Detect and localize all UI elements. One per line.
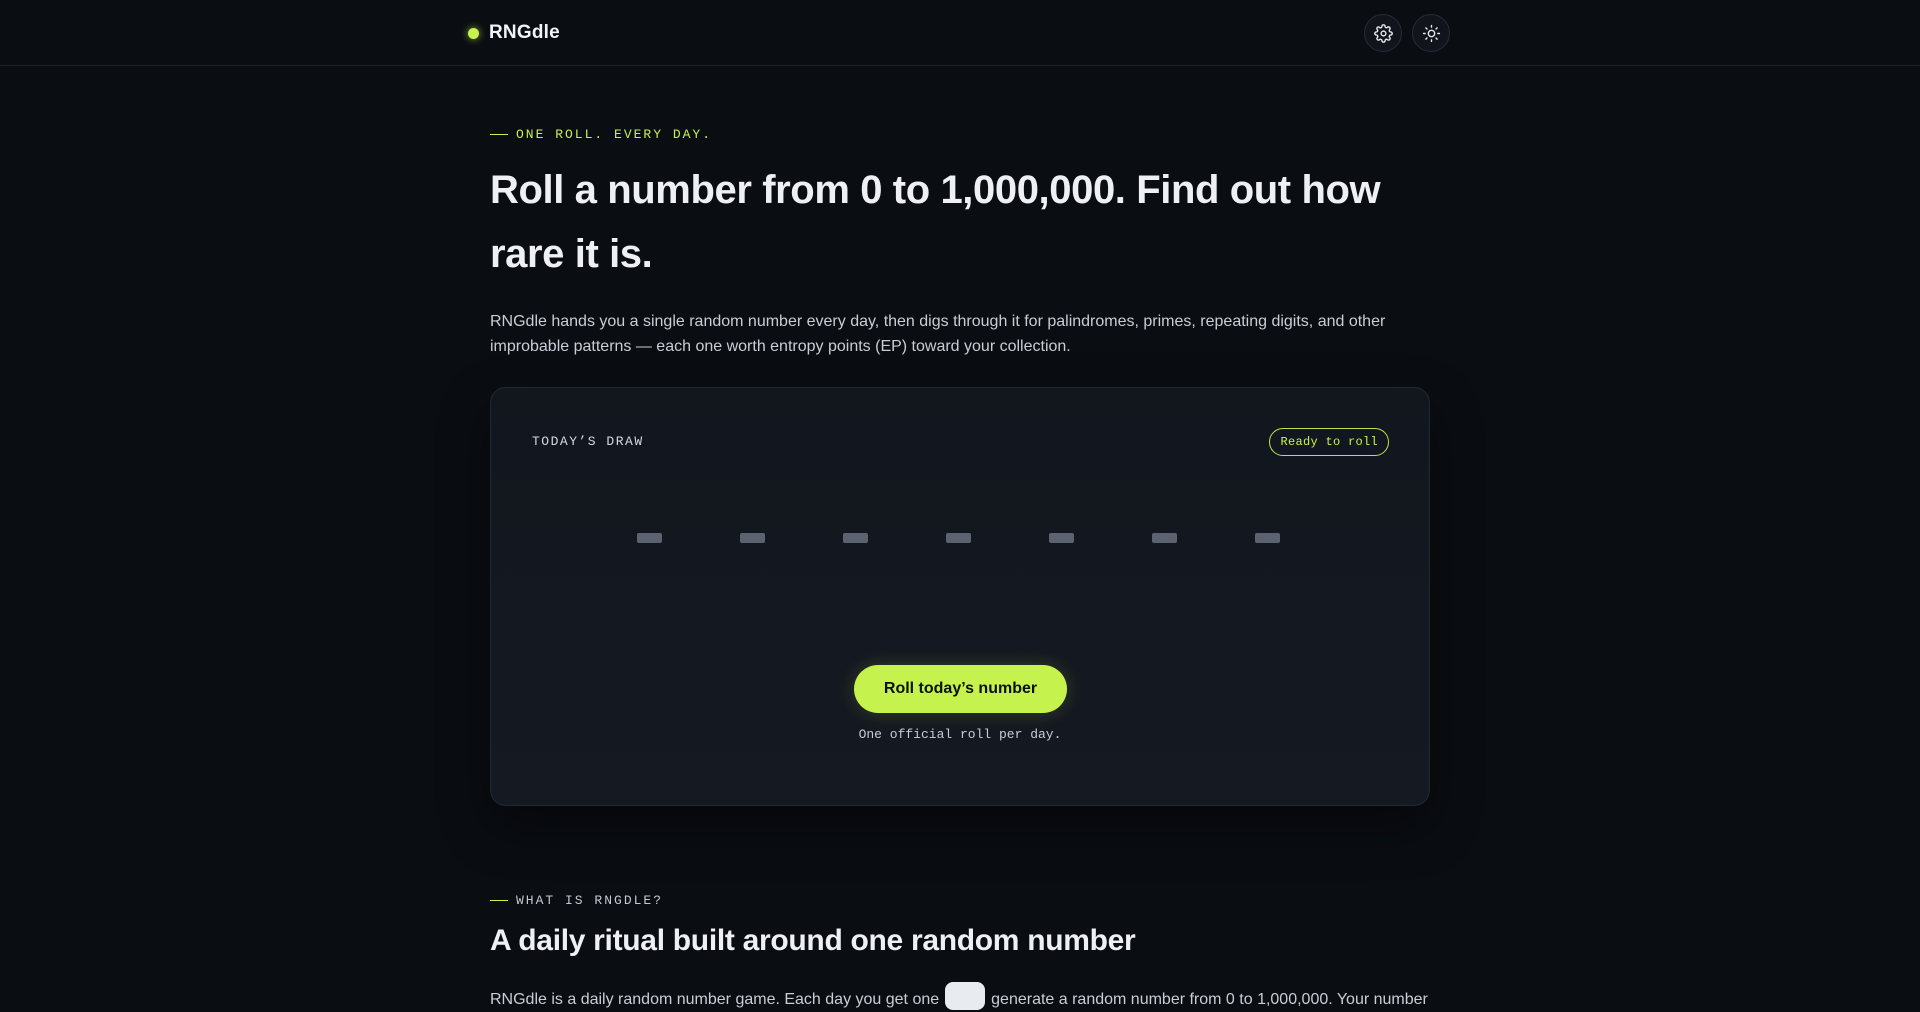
about-eyebrow: WHAT IS RNGDLE? [490, 893, 663, 908]
hero-eyebrow-text: ONE ROLL. EVERY DAY. [516, 127, 713, 142]
hero-eyebrow: ONE ROLL. EVERY DAY. [490, 127, 712, 142]
eyebrow-dash [490, 900, 508, 901]
digit-slot [1152, 533, 1177, 543]
hero-description: RNGdle hands you a single random number … [490, 313, 1386, 355]
settings-button[interactable] [1364, 14, 1402, 52]
digit-slot [843, 533, 868, 543]
digit-slot [740, 533, 765, 543]
about-description-start: RNGdle is a daily random number game. Ea… [490, 991, 940, 1008]
digit-slot [946, 533, 971, 543]
theme-toggle-button[interactable] [1412, 14, 1450, 52]
digit-slot [637, 533, 662, 543]
sun-icon [1422, 24, 1440, 42]
todays-draw-card: TODAY’S DRAW Ready to roll Roll today’s … [490, 387, 1430, 806]
about-description: RNGdle is a daily random number game. Ea… [490, 982, 1430, 1012]
roll-button[interactable]: Roll today’s number [854, 665, 1067, 713]
brand[interactable]: RNGdle [468, 20, 560, 46]
roll-note: One official roll per day. [858, 727, 1062, 742]
digit-slot [1255, 533, 1280, 543]
about-title: A daily ritual built around one random n… [490, 924, 1136, 957]
about-description-end: generate a random number from 0 to 1,000… [991, 991, 1428, 1008]
inline-roll-chip[interactable] [945, 982, 986, 1010]
about-eyebrow-text: WHAT IS RNGDLE? [516, 893, 664, 908]
gear-icon [1373, 23, 1393, 43]
hero-title: Roll a number from 0 to 1,000,000. Find … [490, 168, 1381, 276]
digit-slot [1049, 533, 1074, 543]
eyebrow-dash [490, 134, 508, 135]
status-badge: Ready to roll [1269, 428, 1389, 456]
brand-name: RNGdle [489, 22, 560, 43]
digit-slots [637, 533, 1280, 543]
top-bar: RNGdle [0, 0, 1920, 66]
brand-dot-icon [468, 27, 479, 39]
draw-label: TODAY’S DRAW [532, 434, 644, 449]
